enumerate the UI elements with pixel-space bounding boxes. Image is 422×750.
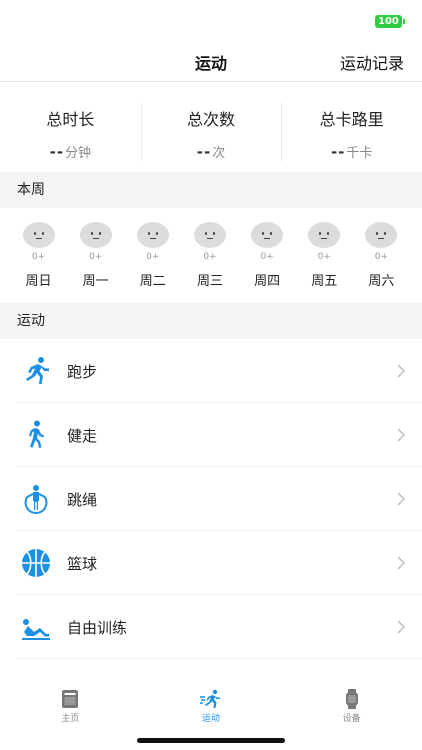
tab-sport[interactable]: 运动 xyxy=(141,680,282,730)
stat-label: 总卡路里 xyxy=(319,110,384,129)
battery-tip xyxy=(402,19,405,24)
sport-label: 篮球 xyxy=(67,554,98,573)
sport-item-running[interactable]: 跑步 xyxy=(0,339,422,403)
chevron-right-icon xyxy=(397,556,405,570)
stat-value: --千卡 xyxy=(281,142,422,161)
face-icon xyxy=(308,222,341,248)
day-value: 0+ xyxy=(374,252,389,262)
tab-label: 设备 xyxy=(342,714,361,724)
tab-label: 运动 xyxy=(202,714,221,724)
sport-item-free-training[interactable]: 自由训练 xyxy=(0,595,422,659)
sport-label: 自由训练 xyxy=(67,618,128,637)
stat-number: -- xyxy=(196,143,212,161)
section-header-week: 本周 xyxy=(0,172,422,208)
sport-item-walking[interactable]: 健走 xyxy=(0,403,422,467)
day-value: 0+ xyxy=(89,252,103,262)
chevron-right-icon xyxy=(397,364,405,378)
sport-item-jump-rope[interactable]: 跳绳 xyxy=(0,467,422,531)
stat-label: 总次数 xyxy=(187,110,236,129)
tab-bar: 主页 运动 设备 xyxy=(0,680,422,730)
sport-label: 跳绳 xyxy=(67,490,98,509)
chevron-right-icon xyxy=(397,428,405,442)
stat-value: --分钟 xyxy=(0,142,141,161)
day-value: 0+ xyxy=(146,252,160,262)
sport-label: 跑步 xyxy=(67,362,98,381)
nav-bar: 运动 运动记录 xyxy=(0,44,422,82)
stat-value: --次 xyxy=(141,142,282,161)
day-label: 周五 xyxy=(311,274,338,289)
day-value: 0+ xyxy=(260,252,274,262)
face-icon xyxy=(193,222,226,248)
face-icon xyxy=(365,222,398,248)
tab-home[interactable]: 主页 xyxy=(0,680,141,730)
day-sunday[interactable]: 0+ 周日 xyxy=(10,222,67,289)
stat-number: -- xyxy=(49,143,65,161)
face-icon xyxy=(251,222,284,248)
day-label: 周一 xyxy=(82,274,109,289)
sport-icon xyxy=(200,688,222,710)
sport-records-button[interactable]: 运动记录 xyxy=(340,50,404,74)
day-value: 0+ xyxy=(317,252,331,262)
day-saturday[interactable]: 0+ 周六 xyxy=(353,222,410,289)
day-value: 0+ xyxy=(31,252,46,262)
day-thursday[interactable]: 0+ 周四 xyxy=(239,222,296,289)
day-friday[interactable]: 0+ 周五 xyxy=(296,222,353,289)
chevron-right-icon xyxy=(397,492,405,506)
battery-level: 100 xyxy=(375,15,402,28)
stat-unit: 分钟 xyxy=(65,146,92,161)
chevron-right-icon xyxy=(397,620,405,634)
sport-label: 健走 xyxy=(67,426,98,445)
day-label: 周四 xyxy=(254,274,281,289)
home-indicator xyxy=(137,738,285,743)
stats-summary: 总时长 --分钟 总次数 --次 总卡路里 --千卡 xyxy=(0,100,422,164)
basketball-icon xyxy=(19,546,53,580)
face-icon xyxy=(22,222,55,248)
stat-total-count: 总次数 --次 xyxy=(140,100,282,164)
home-icon xyxy=(59,688,81,710)
day-label: 周二 xyxy=(139,274,166,289)
stat-total-duration: 总时长 --分钟 xyxy=(0,100,141,164)
tab-device[interactable]: 设备 xyxy=(281,680,422,730)
status-bar: 100 xyxy=(0,0,422,44)
stat-total-calories: 总卡路里 --千卡 xyxy=(281,100,422,164)
face-icon xyxy=(136,222,169,248)
stat-label: 总时长 xyxy=(46,110,95,129)
day-wednesday[interactable]: 0+ 周三 xyxy=(181,222,238,289)
day-tuesday[interactable]: 0+ 周二 xyxy=(124,222,181,289)
sport-item-basketball[interactable]: 篮球 xyxy=(0,531,422,595)
stat-number: -- xyxy=(330,143,346,161)
battery-indicator: 100 xyxy=(375,15,405,28)
week-row: 0+ 周日 0+ 周一 0+ 周二 0+ 周三 0+ 周四 0+ 周五 0+ 周… xyxy=(10,222,410,289)
day-label: 周三 xyxy=(196,274,223,289)
tab-label: 主页 xyxy=(61,714,80,724)
jump-rope-icon xyxy=(19,482,53,516)
sport-list: 跑步 健走 跳绳 篮球 自由训练 xyxy=(0,339,422,659)
walking-icon xyxy=(19,418,53,452)
watch-icon xyxy=(341,688,363,710)
situp-icon xyxy=(19,610,53,644)
stat-unit: 次 xyxy=(212,146,226,161)
stat-unit: 千卡 xyxy=(346,146,373,161)
day-value: 0+ xyxy=(203,252,217,262)
section-header-sport: 运动 xyxy=(0,303,422,339)
day-monday[interactable]: 0+ 周一 xyxy=(67,222,124,289)
day-label: 周日 xyxy=(25,274,52,289)
running-icon xyxy=(19,354,53,388)
face-icon xyxy=(79,222,112,248)
day-label: 周六 xyxy=(368,274,395,289)
